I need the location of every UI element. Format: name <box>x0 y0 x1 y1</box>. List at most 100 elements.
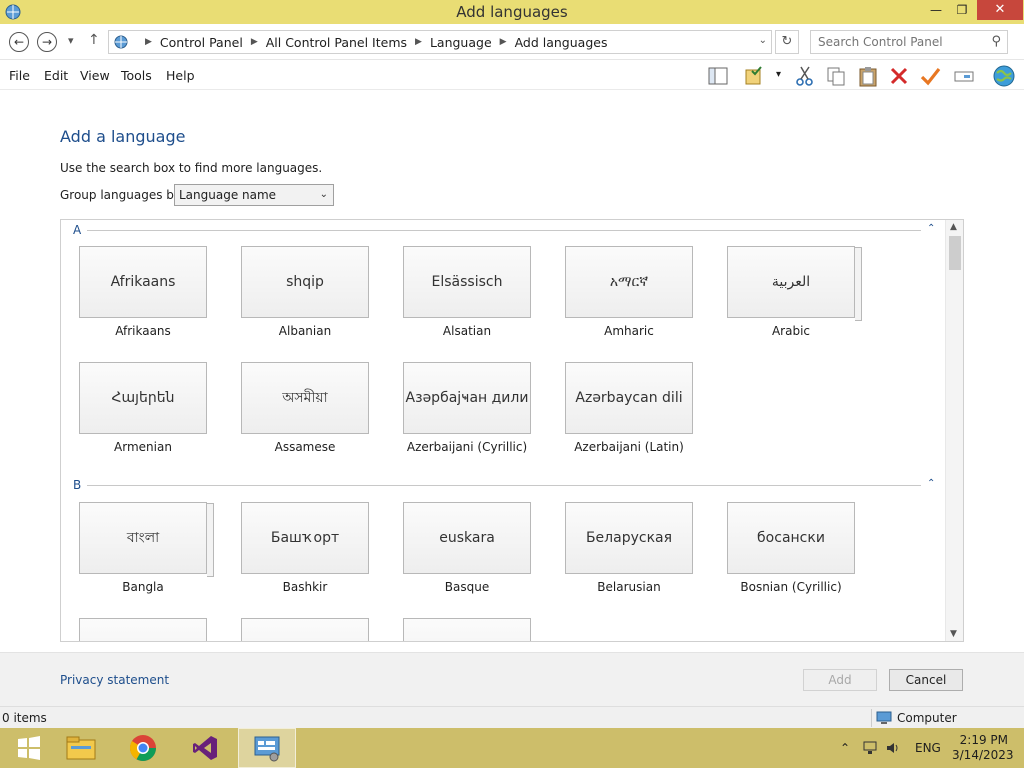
language-tile-alsatian[interactable]: Elsässisch <box>403 246 531 318</box>
forward-button[interactable]: → <box>37 32 57 52</box>
privacy-statement-link[interactable]: Privacy statement <box>60 673 169 687</box>
scroll-down-icon[interactable]: ▼ <box>950 629 957 639</box>
menu-edit[interactable]: Edit <box>44 68 68 83</box>
add-button[interactable]: Add <box>803 669 877 691</box>
tile-label: Azerbaijani (Cyrillic) <box>406 440 528 454</box>
scroll-up-icon[interactable]: ▲ <box>950 222 957 232</box>
language-tile-partial[interactable] <box>241 618 369 641</box>
cut-icon[interactable] <box>794 65 816 87</box>
language-tile-partial[interactable] <box>79 618 207 641</box>
search-box[interactable]: ⚲ <box>810 30 1008 54</box>
vertical-scrollbar[interactable]: ▲ ▼ <box>945 220 963 641</box>
close-button[interactable]: ✕ <box>977 0 1023 20</box>
search-input[interactable] <box>818 35 988 49</box>
item-count: 0 items <box>2 711 47 725</box>
tile-label: Bosnian (Cyrillic) <box>740 580 842 594</box>
taskbar-control-panel[interactable] <box>238 728 296 768</box>
language-tile-albanian[interactable]: shqip <box>241 246 369 318</box>
volume-icon[interactable] <box>885 728 901 768</box>
up-button[interactable]: ↑ <box>88 32 100 48</box>
chevron-up-icon[interactable]: ⌃ <box>840 741 850 755</box>
taskbar: ⌃ ENG 2:19 PM 3/14/2023 <box>0 728 1024 768</box>
tile-native-name: Հայերեն <box>111 390 175 406</box>
refresh-button[interactable]: ↻ <box>775 30 799 54</box>
chevron-down-icon[interactable]: ⌄ <box>759 35 767 46</box>
section-divider <box>87 485 921 486</box>
language-tile-bangla[interactable]: বাংলা <box>79 502 214 577</box>
language-tile-bosnian-cyrillic[interactable]: босански <box>727 502 855 574</box>
language-tile-arabic[interactable]: العربية <box>727 246 862 321</box>
breadcrumb-add-languages[interactable]: Add languages <box>515 35 608 50</box>
maximize-button[interactable]: ❐ <box>948 0 976 20</box>
chrome-icon <box>129 735 157 762</box>
menu-bar: File Edit View Tools Help ▾ <box>0 60 1024 90</box>
menu-tools[interactable]: Tools <box>121 68 152 83</box>
language-tile-azerbaijani-latin[interactable]: Azərbaycan dili <box>565 362 693 434</box>
copy-icon[interactable] <box>825 65 847 87</box>
group-by-select[interactable]: Language name ⌄ <box>174 184 334 206</box>
cancel-button[interactable]: Cancel <box>889 669 963 691</box>
language-tile-partial[interactable] <box>403 618 531 641</box>
address-box[interactable]: ▶ Control Panel ▶ All Control Panel Item… <box>108 30 772 54</box>
network-icon[interactable] <box>862 728 878 768</box>
menu-help[interactable]: Help <box>166 68 195 83</box>
tile-native-name: አማርኛ <box>609 274 649 290</box>
search-icon[interactable]: ⚲ <box>991 34 1001 49</box>
language-tile-assamese[interactable]: অসমীয়া <box>241 362 369 434</box>
tile-native-name: العربية <box>771 274 811 290</box>
tile-label: Azerbaijani (Latin) <box>574 440 684 454</box>
clock-date: 3/14/2023 <box>952 748 1014 762</box>
breadcrumb-language[interactable]: Language <box>430 35 492 50</box>
chevron-down-icon: ⌄ <box>319 189 328 200</box>
language-tile-armenian[interactable]: Հայերեն <box>79 362 207 434</box>
scrollbar-thumb[interactable] <box>949 236 961 270</box>
clock[interactable]: 2:19 PM 3/14/2023 <box>952 733 1014 763</box>
language-tile-basque[interactable]: euskara <box>403 502 531 574</box>
tile-native-name: euskara <box>439 530 495 546</box>
taskbar-file-explorer[interactable] <box>52 728 110 768</box>
language-tile-bashkir[interactable]: Башҡорт <box>241 502 369 574</box>
rename-icon[interactable] <box>953 65 975 87</box>
menu-view[interactable]: View <box>80 68 110 83</box>
recent-pages-dropdown-icon[interactable]: ▾ <box>68 34 74 47</box>
language-tile-azerbaijani-cyrillic[interactable]: Азәрбајҹан дили <box>403 362 531 434</box>
checkmark-icon[interactable] <box>919 65 941 87</box>
properties-folder-icon[interactable] <box>744 65 766 87</box>
section-header-b: B <box>73 478 82 492</box>
chevron-right-icon: ▶ <box>499 37 507 47</box>
menu-file[interactable]: File <box>9 68 30 83</box>
window-title: Add languages <box>456 3 568 21</box>
windows-logo-icon <box>18 736 40 760</box>
start-button[interactable] <box>0 728 58 768</box>
back-button[interactable]: ← <box>9 32 29 52</box>
tile-native-name: বাংলা <box>126 530 160 546</box>
tile-label: Afrikaans <box>115 324 171 338</box>
input-language[interactable]: ENG <box>915 728 941 768</box>
minimize-button[interactable]: — <box>922 0 950 20</box>
breadcrumb-all-items[interactable]: All Control Panel Items <box>266 35 407 50</box>
delete-icon[interactable] <box>888 65 910 87</box>
taskbar-visual-studio[interactable] <box>176 728 234 768</box>
paste-icon[interactable] <box>857 65 879 87</box>
status-bar: 0 items Computer <box>0 706 1024 728</box>
language-tile-amharic[interactable]: አማርኛ <box>565 246 693 318</box>
language-tile-belarusian[interactable]: Беларуская <box>565 502 693 574</box>
chevron-right-icon: ▶ <box>145 37 152 47</box>
tile-native-name: Азәрбајҹан дили <box>405 390 529 406</box>
tile-label: Amharic <box>604 324 654 338</box>
visual-studio-icon <box>193 736 217 760</box>
show-hidden-icons[interactable]: ⌃ <box>840 728 850 768</box>
network-icon <box>863 741 877 754</box>
language-list[interactable]: A ⌃ Afrikaans Afrikaans shqip Albanian E… <box>60 219 964 642</box>
layout-pane-icon[interactable] <box>707 65 729 87</box>
collapse-section-icon[interactable]: ⌃ <box>927 478 935 489</box>
tile-label: Armenian <box>114 440 172 454</box>
title-bar: Add languages — ❐ ✕ <box>0 0 1024 24</box>
breadcrumb-control-panel[interactable]: Control Panel <box>160 35 243 50</box>
language-tile-afrikaans[interactable]: Afrikaans <box>79 246 207 318</box>
chevron-down-icon[interactable]: ▾ <box>776 69 781 80</box>
taskbar-chrome[interactable] <box>114 728 172 768</box>
globe-icon[interactable] <box>992 64 1016 88</box>
collapse-section-icon[interactable]: ⌃ <box>927 223 935 234</box>
group-by-value: Language name <box>179 188 277 202</box>
